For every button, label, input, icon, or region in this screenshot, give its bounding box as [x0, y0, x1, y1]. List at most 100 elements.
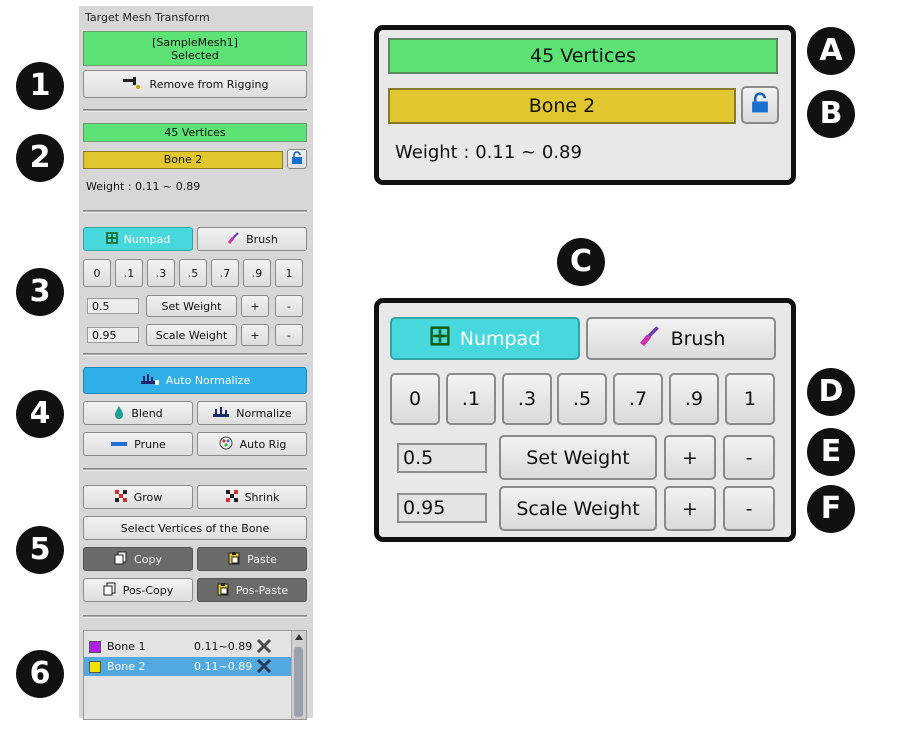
zoom-lock-toggle-button[interactable] — [741, 86, 779, 124]
zoom-set-weight-minus-button[interactable]: - — [723, 435, 775, 480]
zoom-brush-tab[interactable]: Brush — [586, 317, 776, 360]
marker-e: E — [807, 428, 855, 476]
zoom-numkey-0-7[interactable]: .7 — [613, 373, 663, 425]
zoom-scale-weight-plus-button[interactable]: + — [664, 486, 716, 531]
auto-normalize-label: Auto Normalize — [165, 374, 251, 387]
numkey-0-7[interactable]: .7 — [211, 259, 239, 287]
bone-color-swatch — [89, 660, 101, 673]
zoom-set-weight-plus-button[interactable]: + — [664, 435, 716, 480]
copy-button[interactable]: Copy — [83, 547, 193, 571]
set-weight-minus-button[interactable]: - — [275, 295, 303, 317]
numkey-0[interactable]: 0 — [83, 259, 111, 287]
normalize-label: Normalize — [236, 406, 292, 420]
bone-color-swatch — [89, 640, 101, 653]
pos-paste-button[interactable]: Pos-Paste — [197, 578, 307, 602]
prune-label: Prune — [134, 437, 166, 451]
numkey-0-5[interactable]: .5 — [179, 259, 207, 287]
zoom-scale-weight-minus-button[interactable]: - — [723, 486, 775, 531]
numpad-tab[interactable]: Numpad — [83, 227, 193, 251]
prune-button[interactable]: Prune — [83, 432, 193, 456]
brush-icon — [226, 231, 240, 248]
zoom-numkey-0-9[interactable]: .9 — [669, 373, 719, 425]
divider — [83, 109, 307, 112]
blend-label: Blend — [131, 406, 163, 420]
shrink-button[interactable]: Shrink — [197, 485, 307, 509]
divider — [83, 210, 307, 213]
auto-normalize-button[interactable]: Auto Normalize — [83, 367, 307, 394]
step-marker-5: 5 — [16, 526, 64, 574]
auto-rig-label: Auto Rig — [239, 437, 287, 451]
grow-label: Grow — [133, 490, 163, 504]
remove-from-rigging-label: Remove from Rigging — [149, 77, 269, 91]
numpad-icon — [430, 326, 450, 351]
paste-button[interactable]: Paste — [197, 547, 307, 571]
zoom-numpad-tab[interactable]: Numpad — [390, 317, 580, 360]
paste-icon — [227, 551, 241, 568]
zoom-numkey-0-5[interactable]: .5 — [557, 373, 607, 425]
remove-x-icon[interactable] — [256, 638, 272, 657]
step-marker-4: 4 — [16, 390, 64, 438]
zoom-numkey-0[interactable]: 0 — [390, 373, 440, 425]
zoom-numpad-label: Numpad — [459, 327, 541, 350]
bone-list-scrollbar[interactable] — [291, 631, 306, 719]
paste-label: Paste — [247, 552, 277, 566]
zoom-weight-range-text: Weight : 0.11 ~ 0.89 — [395, 142, 582, 163]
scale-weight-input[interactable]: 0.95 — [87, 327, 139, 343]
zoom-vertices-count-box: 45 Vertices — [388, 38, 778, 74]
shrink-icon — [225, 489, 239, 506]
set-weight-input[interactable]: 0.5 — [87, 298, 139, 314]
brush-icon — [637, 324, 661, 353]
pos-copy-button[interactable]: Pos-Copy — [83, 578, 193, 602]
scrollbar-thumb[interactable] — [294, 647, 303, 717]
bone-list-row-selected[interactable]: Bone 2 0.11~0.89 — [84, 657, 292, 676]
zoom-bone-name-box: Bone 2 — [388, 88, 736, 124]
pos-paste-icon — [216, 582, 230, 599]
zoom-scale-weight-button[interactable]: Scale Weight — [499, 486, 657, 531]
zoom-numkey-0-3[interactable]: .3 — [502, 373, 552, 425]
lock-toggle-button[interactable] — [287, 149, 307, 169]
blend-button[interactable]: Blend — [83, 401, 193, 425]
bone-list-row[interactable]: Bone 1 0.11~0.89 — [84, 637, 292, 656]
step-marker-3: 3 — [16, 268, 64, 316]
numpad-icon — [105, 231, 118, 247]
step-marker-1: 1 — [16, 62, 64, 110]
select-vertices-of-bone-button[interactable]: Select Vertices of the Bone — [83, 516, 307, 540]
numkey-1[interactable]: 1 — [275, 259, 303, 287]
numkey-0-3[interactable]: .3 — [147, 259, 175, 287]
lock-open-icon — [290, 150, 304, 168]
marker-d: D — [807, 368, 855, 416]
numkey-0-9[interactable]: .9 — [243, 259, 271, 287]
zoom-numkey-1[interactable]: 1 — [725, 373, 775, 425]
set-weight-button[interactable]: Set Weight — [146, 295, 237, 317]
selected-mesh-name: [SampleMesh1] — [152, 36, 238, 49]
remove-x-icon[interactable] — [256, 658, 272, 677]
remove-from-rigging-button[interactable]: Remove from Rigging — [83, 70, 307, 98]
step-marker-2: 2 — [16, 134, 64, 182]
zoom-brush-label: Brush — [670, 327, 726, 350]
bone-name-box: Bone 2 — [83, 151, 283, 169]
grow-button[interactable]: Grow — [83, 485, 193, 509]
blend-icon — [113, 405, 125, 422]
scroll-up-icon[interactable] — [295, 634, 303, 640]
zoom-set-weight-input[interactable]: 0.5 — [397, 443, 487, 473]
set-weight-plus-button[interactable]: + — [241, 295, 269, 317]
auto-rig-button[interactable]: Auto Rig — [197, 432, 307, 456]
zoom-numkey-0-1[interactable]: .1 — [446, 373, 496, 425]
divider — [83, 615, 307, 618]
scale-weight-button[interactable]: Scale Weight — [146, 324, 237, 346]
bone-list-name: Bone 1 — [107, 640, 146, 653]
prune-icon — [110, 438, 128, 451]
marker-b: B — [807, 90, 855, 138]
shrink-label: Shrink — [244, 490, 280, 504]
brush-tab[interactable]: Brush — [197, 227, 307, 251]
scale-weight-minus-button[interactable]: - — [275, 324, 303, 346]
zoom-set-weight-button[interactable]: Set Weight — [499, 435, 657, 480]
zoom-scale-weight-input[interactable]: 0.95 — [397, 493, 487, 523]
normalize-button[interactable]: Normalize — [197, 401, 307, 425]
panel-title: Target Mesh Transform — [85, 11, 210, 24]
copy-label: Copy — [134, 552, 162, 566]
scale-weight-plus-button[interactable]: + — [241, 324, 269, 346]
wrench-icon — [122, 76, 144, 93]
step-marker-6: 6 — [16, 650, 64, 698]
numkey-0-1[interactable]: .1 — [115, 259, 143, 287]
